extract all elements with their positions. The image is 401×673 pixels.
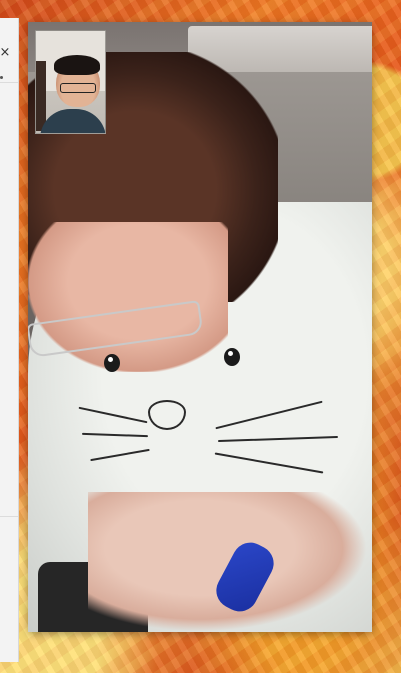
self-view-body [40, 109, 105, 133]
self-view-glasses [60, 83, 96, 93]
dot-marker [0, 76, 3, 79]
panel-divider [0, 82, 18, 83]
self-view-hair [54, 55, 100, 75]
shirt-cat-eye-left [104, 354, 120, 372]
self-view-preview[interactable] [35, 30, 106, 134]
self-view-door [36, 61, 46, 131]
side-panel: × [0, 18, 19, 662]
shirt-cat-eye-right [224, 348, 240, 366]
close-icon[interactable]: × [0, 46, 12, 60]
panel-divider [0, 516, 18, 517]
